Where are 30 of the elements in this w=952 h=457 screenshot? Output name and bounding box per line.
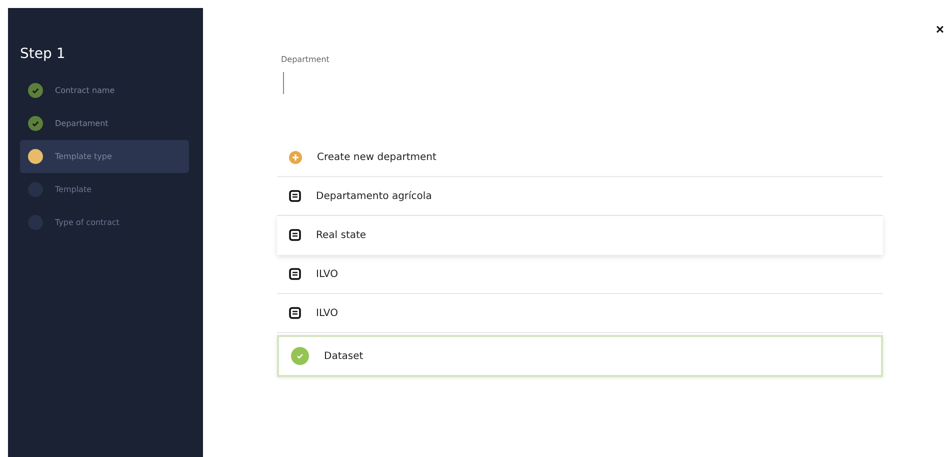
option-label: Departamento agrícola	[316, 190, 432, 202]
step-title: Step 1	[20, 46, 66, 62]
step-label: Template	[55, 185, 92, 194]
plus-icon	[289, 150, 302, 164]
field-label: Department	[281, 55, 330, 64]
document-icon	[289, 307, 301, 319]
step-item[interactable]: Type of contract	[20, 206, 189, 239]
option-label: ILVO	[316, 268, 338, 280]
step-label: Contract name	[55, 86, 115, 95]
list-option[interactable]: ILVO	[277, 255, 883, 294]
list-option[interactable]: Departamento agrícola	[277, 177, 883, 216]
option-label: Dataset	[324, 350, 364, 362]
list-option[interactable]: ILVO	[277, 294, 883, 333]
option-label: Create new department	[317, 152, 436, 162]
check-icon	[291, 347, 309, 365]
list-option[interactable]: Real state	[277, 216, 883, 255]
option-label: Real state	[316, 230, 366, 240]
step-item[interactable]: Template	[20, 173, 189, 206]
list-option[interactable]: Dataset	[277, 335, 883, 377]
option-label: ILVO	[316, 308, 338, 318]
step-item[interactable]: Contract name	[20, 74, 189, 107]
step-label: Departament	[55, 119, 108, 128]
document-icon	[289, 190, 301, 202]
step-label: Template type	[55, 152, 112, 161]
document-icon	[289, 229, 301, 241]
document-icon	[289, 268, 301, 280]
step-label: Type of contract	[55, 218, 120, 227]
close-button[interactable]: ×	[930, 20, 950, 38]
step-item[interactable]: Departament	[20, 107, 189, 140]
create-option[interactable]: Create new department	[277, 138, 883, 177]
